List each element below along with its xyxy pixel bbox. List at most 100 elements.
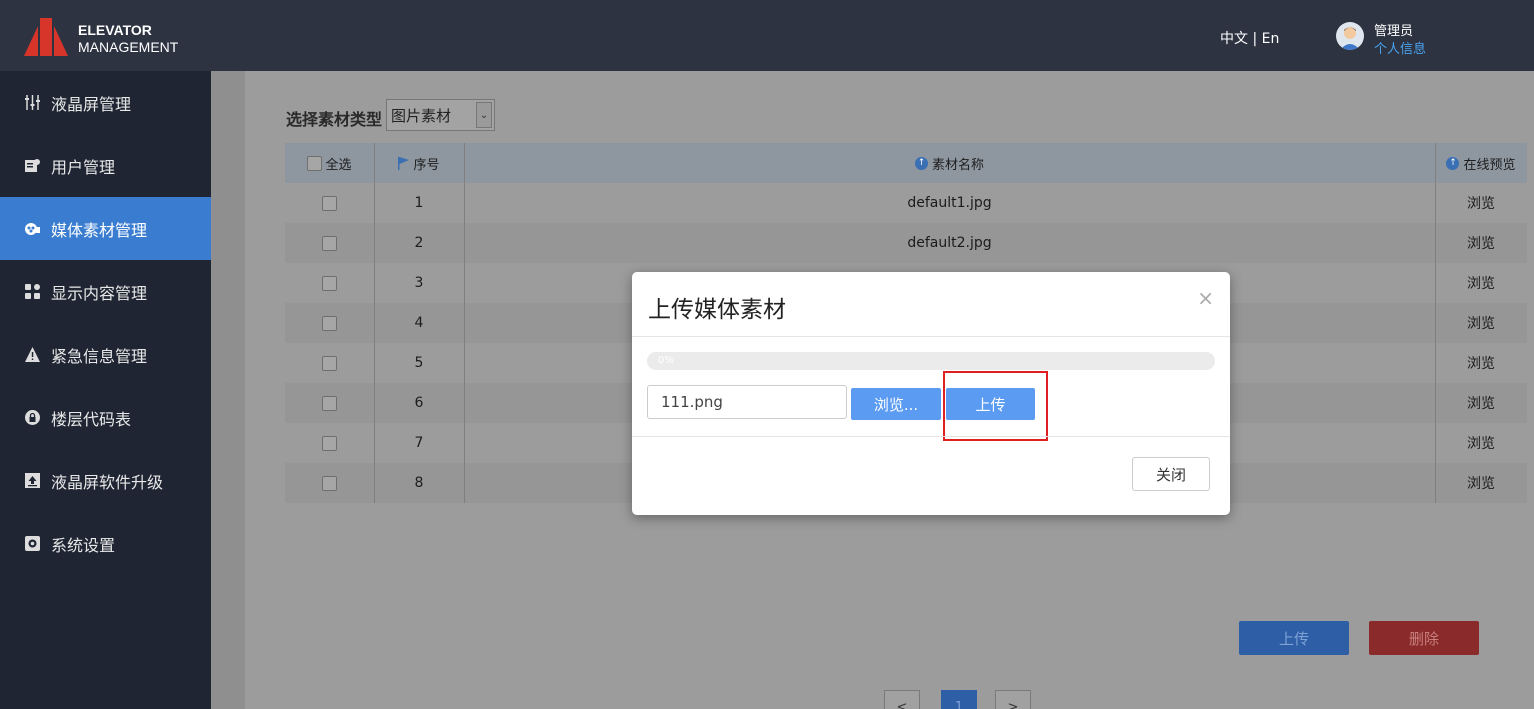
divider [632,436,1230,437]
user-card-icon [24,157,41,174]
material-type-label: 选择素材类型 [286,110,383,129]
divider [632,336,1230,337]
row-index: 7 [414,435,424,451]
sidebar-item-label: 系统设置 [51,535,116,555]
row-checkbox[interactable] [322,315,337,331]
pagination-prev[interactable]: < [884,690,920,709]
row-preview-link[interactable]: 浏览 [1435,183,1527,223]
brand-line1: ELEVATOR [78,22,152,38]
select-all-checkbox[interactable] [307,155,323,171]
grid-icon [24,283,41,300]
brand-line2: MANAGEMENT [78,39,179,55]
progress-text: 0% [658,355,674,366]
row-checkbox[interactable] [322,235,337,251]
row-preview-link[interactable]: 浏览 [1435,423,1527,463]
upload-icon [24,472,41,489]
flag-icon [398,156,410,170]
sidebar-item-floor-codes[interactable]: 楼层代码表 [0,386,211,449]
row-preview-link[interactable]: 浏览 [1435,263,1527,303]
row-index: 1 [414,195,424,211]
row-checkbox[interactable] [322,355,337,371]
sort-up-icon: ↑ [914,156,928,170]
sidebar-item-label: 媒体素材管理 [51,220,148,240]
sidebar: 液晶屏管理 用户管理 媒体素材管理 显示内容管理 紧急信息管理 楼层代码表 液晶… [0,71,211,709]
brand: ELEVATOR MANAGEMENT [78,22,178,56]
material-type-value: 图片素材 [391,106,452,125]
row-select-cell [285,263,374,303]
sort-up-icon: ↑ [1446,156,1460,170]
row-name: default1.jpg [907,195,992,211]
row-index: 8 [414,475,424,491]
row-select-cell [285,383,374,423]
row-checkbox[interactable] [322,195,337,211]
sidebar-item-label: 用户管理 [51,157,116,177]
upload-button[interactable]: 上传 [1239,621,1349,655]
row-select-cell [285,343,374,383]
row-preview-link[interactable]: 浏览 [1435,343,1527,383]
pagination-next[interactable]: > [995,690,1031,709]
media-icon [24,220,41,237]
row-index: 2 [414,235,424,251]
row-checkbox[interactable] [322,395,337,411]
sidebar-item-lcd[interactable]: 液晶屏管理 [0,71,211,134]
file-name-field[interactable]: 111.png [647,385,847,419]
row-select-cell [285,463,374,503]
sidebar-item-settings[interactable]: 系统设置 [0,512,211,575]
row-checkbox[interactable] [322,475,337,491]
chevron-down-icon: ⌄ [476,102,492,128]
row-checkbox[interactable] [322,435,337,451]
row-select-cell [285,183,374,223]
index-header-label: 序号 [413,157,440,173]
highlight-box [943,371,1048,441]
table-row: 2 default2.jpg 浏览 [285,223,1527,263]
browse-button[interactable]: 浏览... [851,388,941,420]
sidebar-item-label: 液晶屏软件升级 [51,472,164,492]
sidebar-item-emergency[interactable]: 紧急信息管理 [0,323,211,386]
profile-link[interactable]: 个人信息 [1374,38,1426,57]
name-header[interactable]: ↑ 素材名称 [464,143,1435,183]
user-avatar-icon [1340,27,1360,50]
row-preview-link[interactable]: 浏览 [1435,303,1527,343]
table-header: 全选 序号 ↑ 素材名称 ↑ 在线预览 [285,143,1527,183]
language-switch[interactable]: 中文 | En [1220,28,1279,48]
lock-icon [24,409,41,426]
elevator-logo-icon [24,18,68,56]
preview-header[interactable]: ↑ 在线预览 [1435,143,1527,183]
preview-header-label: 在线预览 [1463,157,1516,173]
row-index: 4 [414,315,424,331]
sidebar-item-label: 显示内容管理 [51,283,148,303]
row-preview-link[interactable]: 浏览 [1435,463,1527,503]
delete-button[interactable]: 删除 [1369,621,1479,655]
material-type-select[interactable]: 图片素材 ⌄ [386,99,495,131]
upload-progress-bar: 0% [647,352,1215,370]
row-checkbox[interactable] [322,275,337,291]
row-preview-link[interactable]: 浏览 [1435,383,1527,423]
sidebar-item-display[interactable]: 显示内容管理 [0,260,211,323]
avatar[interactable] [1336,22,1364,50]
upload-media-dialog: 上传媒体素材 × 0% 111.png 浏览... 上传 关闭 [632,272,1230,515]
sidebar-item-label: 液晶屏管理 [51,94,132,114]
row-select-cell [285,303,374,343]
table-row: 1 default1.jpg 浏览 [285,183,1527,223]
top-bar: ELEVATOR MANAGEMENT 中文 | En 管理员 个人信息 [0,0,1534,71]
row-select-cell [285,223,374,263]
row-name: default2.jpg [907,235,992,251]
row-select-cell [285,423,374,463]
row-index: 6 [414,395,424,411]
close-button[interactable]: 关闭 [1132,457,1210,491]
sidebar-item-label: 紧急信息管理 [51,346,148,366]
sidebar-item-upgrade[interactable]: 液晶屏软件升级 [0,449,211,512]
user-role: 管理员 [1374,24,1414,39]
sidebar-item-media[interactable]: 媒体素材管理 [0,197,211,260]
pagination-current[interactable]: 1 [941,690,977,709]
close-icon[interactable]: × [1197,286,1214,310]
sidebar-item-label: 楼层代码表 [51,409,132,429]
select-all-label: 全选 [325,157,352,173]
column-divider [464,143,465,503]
dialog-title: 上传媒体素材 [648,297,786,323]
row-preview-link[interactable]: 浏览 [1435,223,1527,263]
index-header[interactable]: 序号 [374,143,464,183]
name-header-label: 素材名称 [931,157,984,173]
select-all-header[interactable]: 全选 [285,143,374,183]
sidebar-item-users[interactable]: 用户管理 [0,134,211,197]
